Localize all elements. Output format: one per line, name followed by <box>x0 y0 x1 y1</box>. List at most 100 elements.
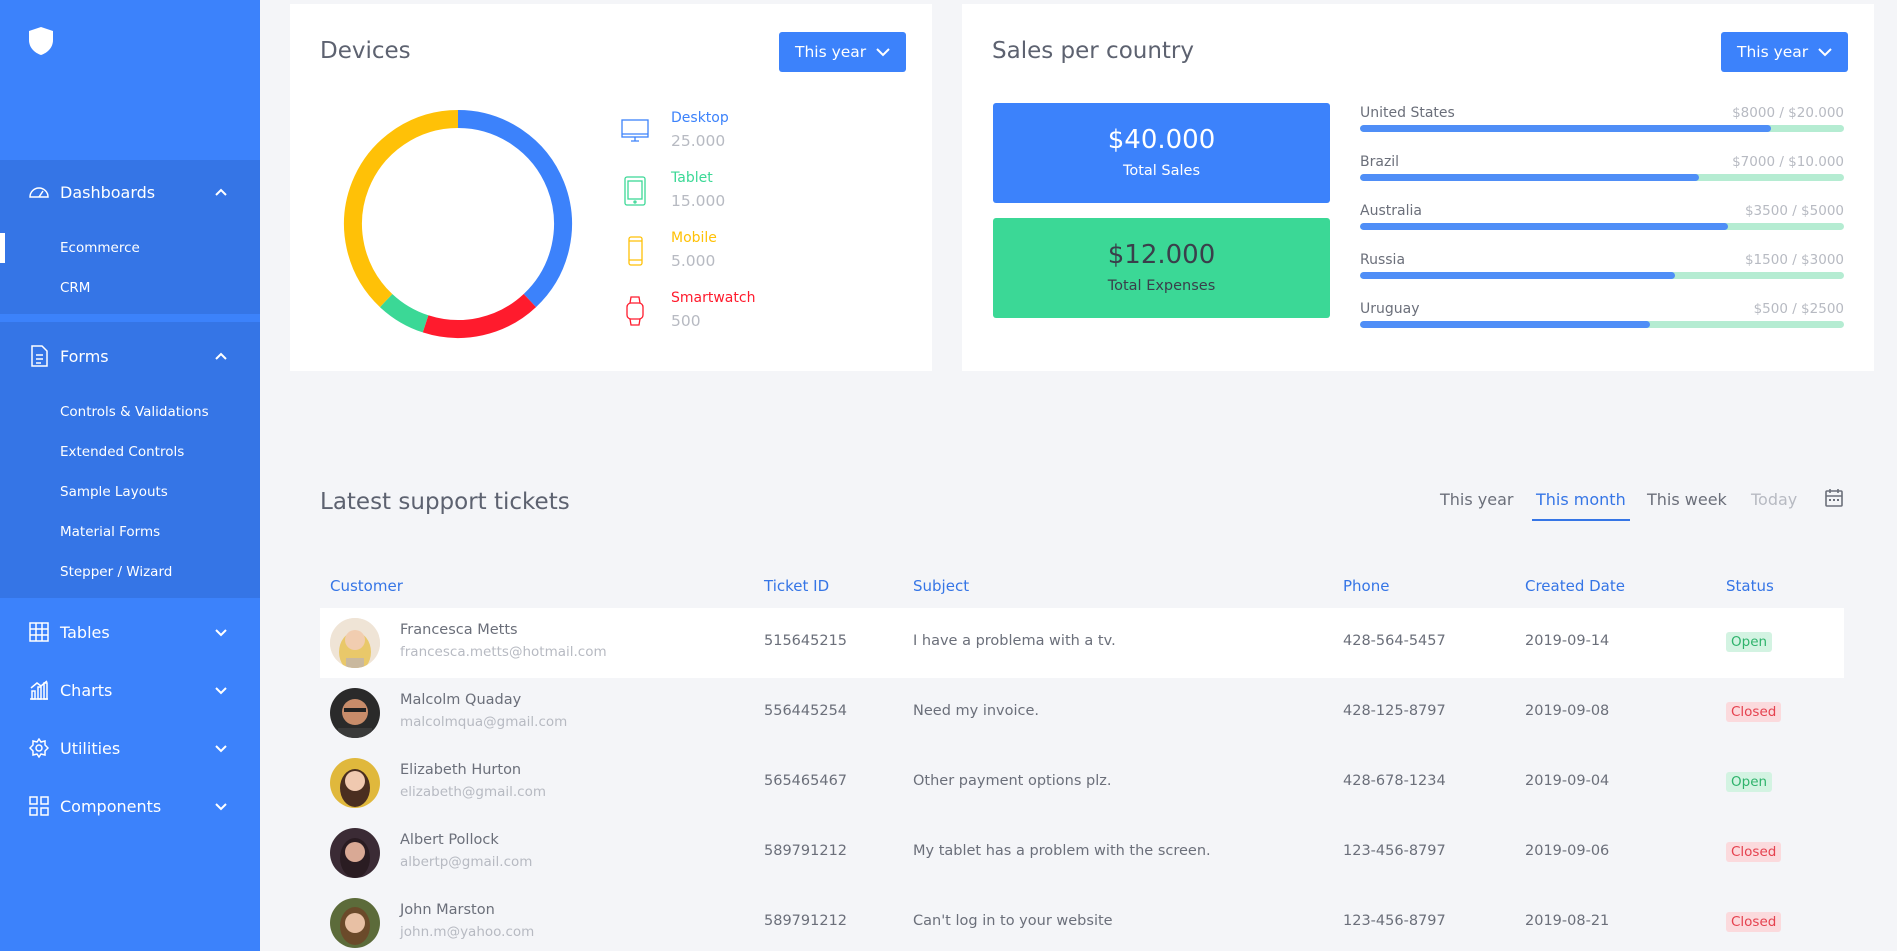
nav-components[interactable]: Components <box>0 784 260 828</box>
chevron-down-icon <box>215 629 227 637</box>
device-value: 500 <box>671 312 701 330</box>
total-sales-label: Total Sales <box>1122 163 1201 179</box>
tab-today[interactable]: Today <box>1751 490 1797 519</box>
chevron-down-icon <box>876 48 890 57</box>
sidebar-item-stepper-wizard[interactable]: Stepper / Wizard <box>60 560 172 584</box>
country-name: Russia <box>1360 252 1406 268</box>
sidebar: Dashboards Ecommerce CRM Forms Controls … <box>0 0 260 951</box>
sidebar-item-sample-layouts[interactable]: Sample Layouts <box>60 480 168 504</box>
country-progress <box>1360 321 1844 328</box>
table-row[interactable]: Malcolm Quaday malcolmqua@gmail.com 5564… <box>320 678 1844 748</box>
column-header-subject[interactable]: Subject <box>913 577 969 595</box>
mobile-icon <box>628 236 643 266</box>
ticket-date: 2019-09-08 <box>1525 703 1610 719</box>
bar-chart-icon <box>28 679 50 701</box>
status-badge: Closed <box>1726 842 1782 862</box>
tab-this-week[interactable]: This week <box>1647 490 1727 519</box>
device-value: 15.000 <box>671 192 726 210</box>
table-row[interactable]: Elizabeth Hurton elizabeth@gmail.com 565… <box>320 748 1844 818</box>
column-header-phone[interactable]: Phone <box>1343 577 1389 595</box>
ticket-phone: 123-456-8797 <box>1343 913 1446 929</box>
nav-dashboards-label: Dashboards <box>60 182 156 202</box>
ticket-subject: I have a problema with a tv. <box>913 633 1116 649</box>
ticket-subject: Need my invoice. <box>913 703 1040 719</box>
desktop-icon <box>621 119 649 142</box>
column-header-created-date[interactable]: Created Date <box>1525 577 1625 595</box>
ticket-phone: 123-456-8797 <box>1343 843 1446 859</box>
ticket-date: 2019-08-21 <box>1525 913 1610 929</box>
country-progress <box>1360 125 1844 132</box>
nav-tables-label: Tables <box>60 622 110 642</box>
nav-tables[interactable]: Tables <box>0 610 260 654</box>
sidebar-item-controls-validations[interactable]: Controls & Validations <box>60 400 209 424</box>
ticket-id: 565465467 <box>764 773 848 789</box>
tablet-icon <box>624 176 646 206</box>
country-name: Uruguay <box>1360 301 1420 317</box>
device-label: Desktop <box>671 110 729 126</box>
chevron-up-icon <box>215 188 227 196</box>
grid-icon <box>28 795 50 817</box>
nav-charts[interactable]: Charts <box>0 668 260 712</box>
nav-forms[interactable]: Forms <box>0 334 260 378</box>
tab-this-month[interactable]: This month <box>1532 490 1630 521</box>
avatar <box>330 688 380 738</box>
device-label: Smartwatch <box>671 290 756 306</box>
status-badge: Closed <box>1726 912 1782 932</box>
sales-period-label: This year <box>1737 43 1809 61</box>
devices-period-dropdown[interactable]: This year <box>779 32 907 72</box>
sidebar-item-material-forms[interactable]: Material Forms <box>60 520 160 544</box>
total-sales-amount: $40.000 <box>1107 125 1216 155</box>
customer-name: John Marston <box>400 902 495 918</box>
tab-this-year[interactable]: This year <box>1440 490 1513 519</box>
column-header-status[interactable]: Status <box>1726 577 1774 595</box>
nav-charts-label: Charts <box>60 680 113 700</box>
nav-forms-label: Forms <box>60 346 109 366</box>
status-badge: Open <box>1726 772 1773 792</box>
donut-slice-desktop <box>457 110 572 308</box>
nav-utilities[interactable]: Utilities <box>0 726 260 770</box>
smartwatch-icon <box>626 296 644 326</box>
country-name: United States <box>1360 105 1455 121</box>
sales-period-dropdown[interactable]: This year <box>1721 32 1849 72</box>
table-row[interactable]: John Marston john.m@yahoo.com 589791212 … <box>320 888 1844 951</box>
country-row: Brazil $7000 / $10.000 <box>1360 154 1844 190</box>
ticket-phone: 428-678-1234 <box>1343 773 1446 789</box>
gear-icon <box>28 737 50 759</box>
table-row[interactable]: Francesca Metts francesca.metts@hotmail.… <box>320 608 1844 678</box>
sidebar-item-crm[interactable]: CRM <box>60 276 90 300</box>
ticket-id: 515645215 <box>764 633 848 649</box>
ticket-id: 589791212 <box>764 843 848 859</box>
shield-logo-icon[interactable] <box>28 26 54 56</box>
table-row[interactable]: Albert Pollock albertp@gmail.com 5897912… <box>320 818 1844 888</box>
ticket-date: 2019-09-04 <box>1525 773 1610 789</box>
nav-components-label: Components <box>60 796 162 816</box>
country-value: $1500 / $3000 <box>1744 252 1844 268</box>
country-progress <box>1360 223 1844 230</box>
country-name: Brazil <box>1360 154 1400 170</box>
chevron-down-icon <box>215 745 227 753</box>
sidebar-item-ecommerce[interactable]: Ecommerce <box>60 236 140 260</box>
chevron-down-icon <box>215 803 227 811</box>
calendar-icon[interactable] <box>1824 488 1844 508</box>
country-value: $8000 / $20.000 <box>1732 105 1844 121</box>
country-value: $3500 / $5000 <box>1744 203 1844 219</box>
ticket-subject: Other payment options plz. <box>913 773 1112 789</box>
nav-utilities-label: Utilities <box>60 738 121 758</box>
country-row: United States $8000 / $20.000 <box>1360 105 1844 141</box>
customer-email: albertp@gmail.com <box>400 854 533 870</box>
donut-slice-tablet <box>379 293 429 333</box>
donut-slice-smartwatch <box>422 293 537 338</box>
column-header-customer[interactable]: Customer <box>330 577 403 595</box>
country-progress <box>1360 174 1844 181</box>
nav-dashboards[interactable]: Dashboards <box>0 170 260 214</box>
country-row: Uruguay $500 / $2500 <box>1360 301 1844 337</box>
column-header-ticket-id[interactable]: Ticket ID <box>764 577 829 595</box>
sidebar-item-extended-controls[interactable]: Extended Controls <box>60 440 184 464</box>
country-progress-fill <box>1360 272 1675 279</box>
sales-title: Sales per country <box>992 38 1195 64</box>
device-label: Tablet <box>671 170 713 186</box>
ticket-date: 2019-09-06 <box>1525 843 1610 859</box>
status-badge: Open <box>1726 632 1773 652</box>
gauge-icon <box>28 181 50 203</box>
customer-name: Francesca Metts <box>400 622 518 638</box>
